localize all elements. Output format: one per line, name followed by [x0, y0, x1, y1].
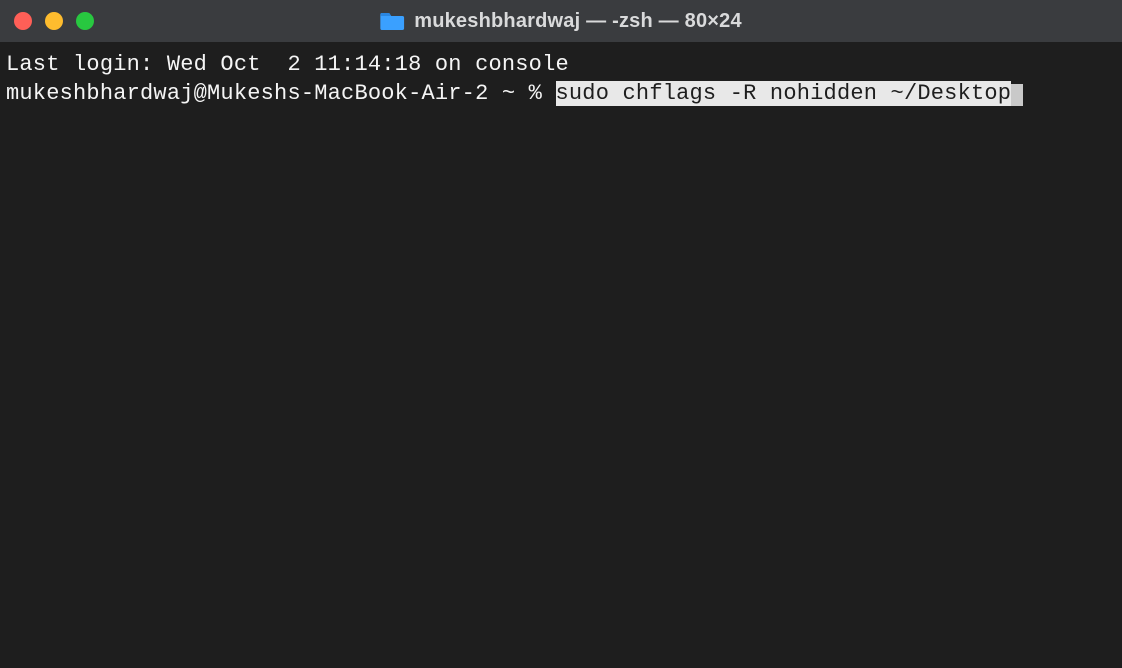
terminal-output[interactable]: Last login: Wed Oct 2 11:14:18 on consol… [0, 42, 1122, 116]
shell-prompt: mukeshbhardwaj@Mukeshs-MacBook-Air-2 ~ % [6, 81, 556, 106]
folder-icon [380, 11, 404, 31]
window-titlebar: mukeshbhardwaj — -zsh — 80×24 [0, 0, 1122, 42]
cursor [1011, 84, 1023, 106]
prompt-line: mukeshbhardwaj@Mukeshs-MacBook-Air-2 ~ %… [6, 79, 1116, 108]
minimize-button[interactable] [45, 12, 63, 30]
title-center: mukeshbhardwaj — -zsh — 80×24 [380, 10, 742, 33]
close-button[interactable] [14, 12, 32, 30]
traffic-lights [14, 12, 94, 30]
maximize-button[interactable] [76, 12, 94, 30]
window-title: mukeshbhardwaj — -zsh — 80×24 [414, 10, 742, 33]
last-login-line: Last login: Wed Oct 2 11:14:18 on consol… [6, 50, 1116, 79]
entered-command: sudo chflags -R nohidden ~/Desktop [556, 81, 1012, 106]
